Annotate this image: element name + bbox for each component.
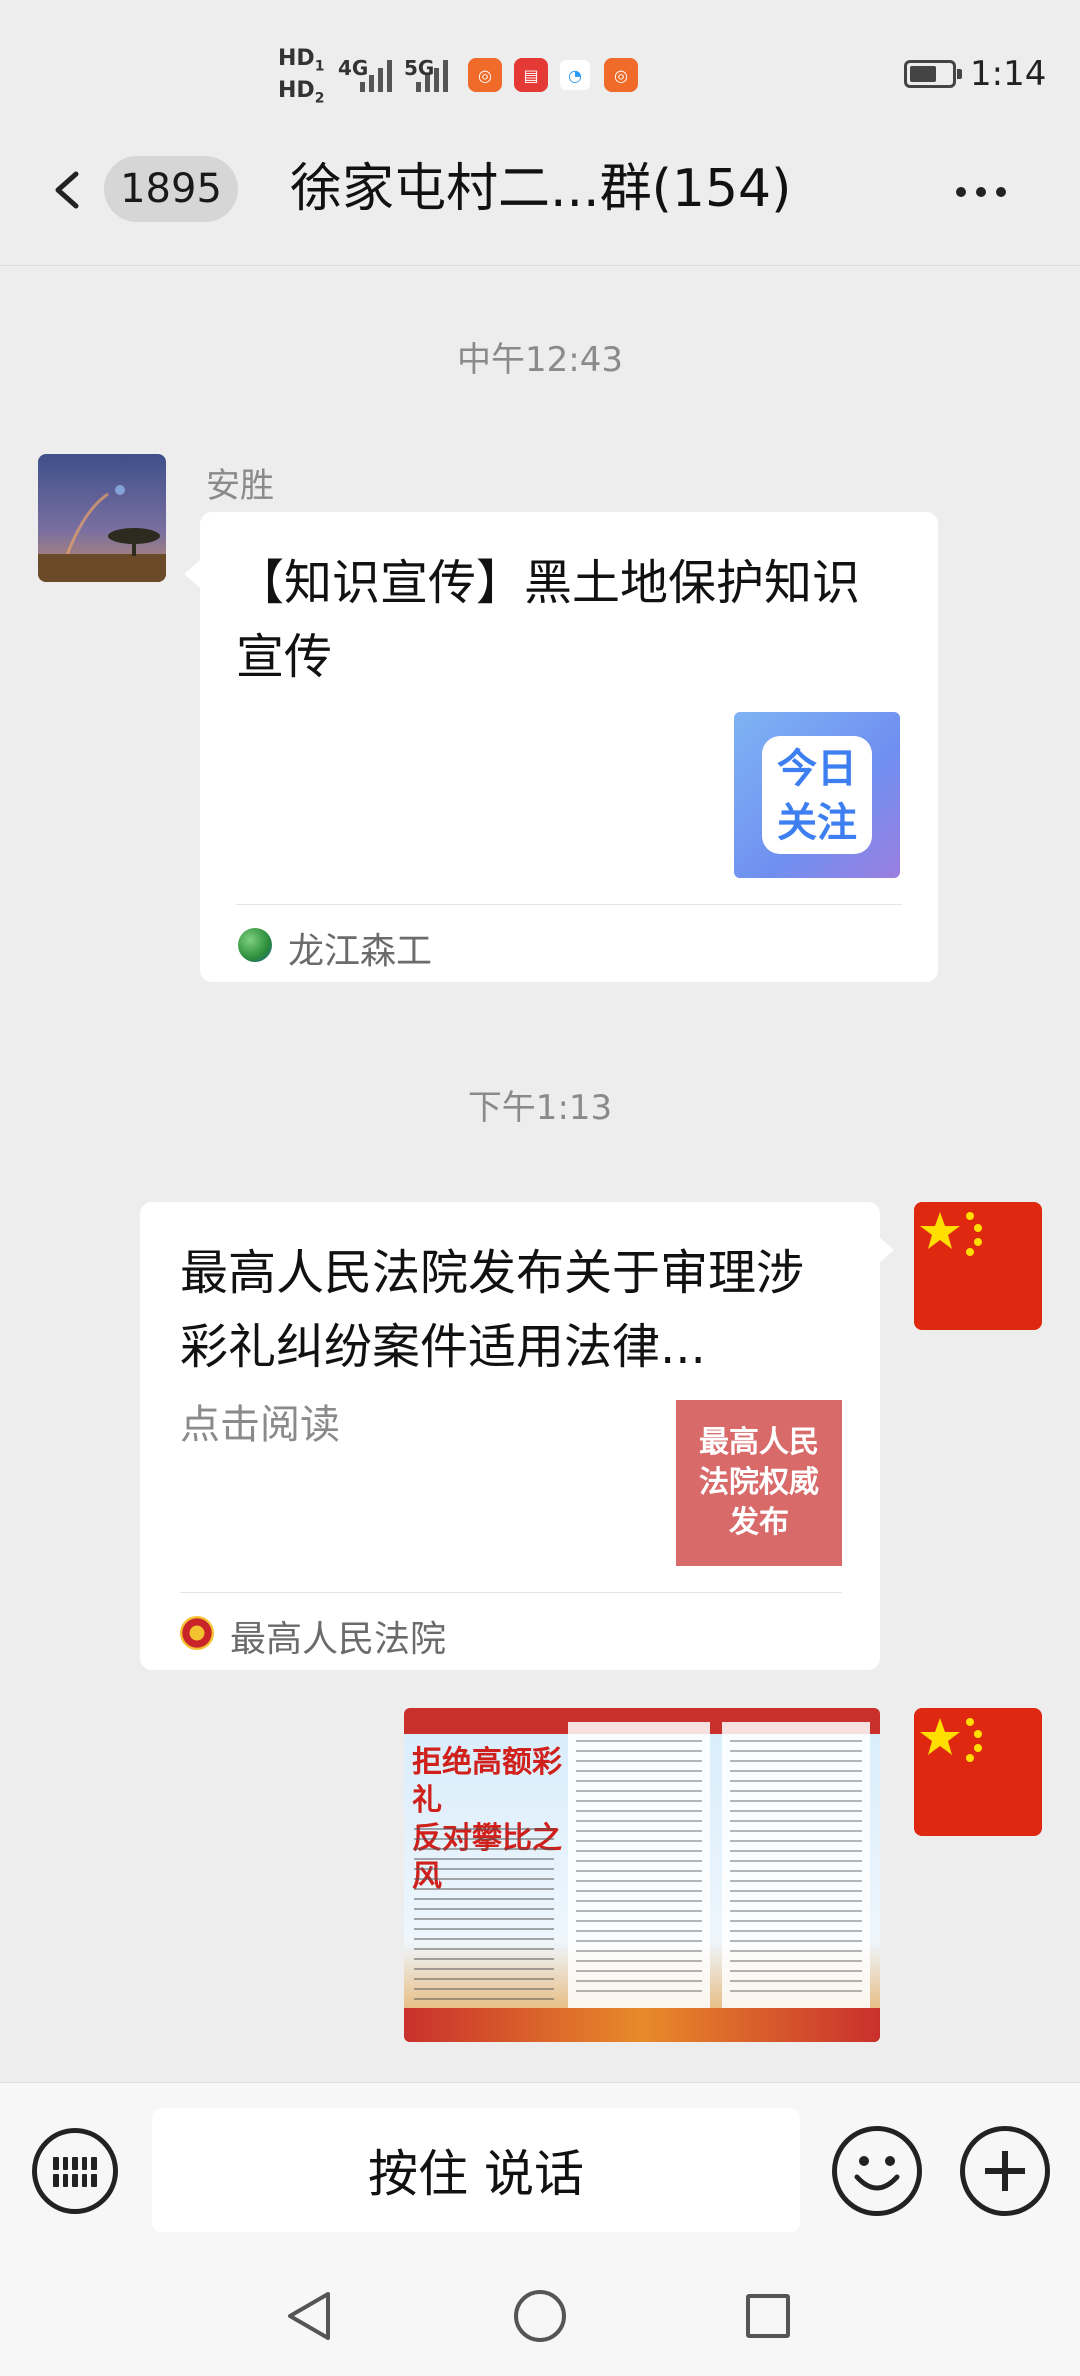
chat-icon: ◔ xyxy=(558,58,592,92)
clock: 1:14 xyxy=(970,54,1047,94)
link-card-message[interactable]: 最高人民法院发布关于审理涉彩礼纠纷案件适用法律... 点击阅读 最高人民法院权威… xyxy=(140,1202,880,1670)
poster-footer xyxy=(404,2008,880,2042)
signal-bars-1-icon xyxy=(360,58,392,92)
keyboard-icon[interactable] xyxy=(32,2128,118,2214)
self-avatar[interactable] xyxy=(914,1202,1042,1330)
thumbnail-text: 今日关注 xyxy=(762,736,872,854)
sender-avatar[interactable] xyxy=(38,454,166,582)
card-divider xyxy=(180,1592,842,1593)
chat-title: 徐家屯村二...群(154) xyxy=(290,159,792,219)
hd2-label: HD2 xyxy=(278,78,325,107)
nav-back-icon[interactable] xyxy=(284,2290,334,2342)
bubble-tail xyxy=(878,1236,894,1264)
hold-to-talk-button[interactable]: 按住 说话 xyxy=(152,2108,800,2232)
source-logo-icon xyxy=(238,928,272,962)
kuaishou-icon: ◎ xyxy=(604,58,638,92)
card-divider xyxy=(236,904,902,905)
court-emblem-icon xyxy=(180,1616,214,1650)
more-options-icon[interactable] xyxy=(956,172,1020,212)
back-arrow-icon[interactable] xyxy=(48,170,88,210)
card-subtitle: 点击阅读 xyxy=(180,1402,340,1448)
timestamp: 中午12:43 xyxy=(457,340,623,380)
card-source: 龙江森工 xyxy=(288,931,433,972)
emoji-icon[interactable] xyxy=(832,2126,922,2216)
card-source: 最高人民法院 xyxy=(230,1619,447,1660)
timestamp: 下午1:13 xyxy=(467,1088,613,1128)
bubble-tail xyxy=(184,560,200,588)
self-avatar[interactable] xyxy=(914,1708,1042,1836)
link-card-message[interactable]: 【知识宣传】黑土地保护知识宣传 今日关注 龙江森工 xyxy=(200,512,938,982)
thumbnail-text: 最高人民法院权威发布 xyxy=(699,1425,819,1540)
card-thumbnail: 今日关注 xyxy=(734,712,900,878)
card-title: 【知识宣传】黑土地保护知识宣传 xyxy=(236,555,861,685)
unread-count-badge[interactable]: 1895 xyxy=(104,156,238,222)
card-thumbnail: 最高人民法院权威发布 xyxy=(676,1400,842,1566)
kuaishou-icon: ◎ xyxy=(468,58,502,92)
signal-bars-2-icon xyxy=(416,58,448,92)
nav-recent-apps-icon[interactable] xyxy=(746,2294,790,2338)
hd1-label: HD1 xyxy=(278,46,325,75)
header-divider xyxy=(0,265,1080,266)
poster-text-column xyxy=(414,1828,554,2018)
poster-image-message[interactable]: 拒绝高额彩礼 反对攀比之风 xyxy=(404,1708,880,2042)
poster-panel xyxy=(722,1722,870,2022)
book-icon: ▤ xyxy=(514,58,548,92)
status-bar: HD1 HD2 4G 5G ◎ ▤ ◔ ◎ 1:14 xyxy=(0,0,1080,150)
plus-icon[interactable] xyxy=(960,2126,1050,2216)
sender-name: 安胜 xyxy=(206,466,274,506)
battery-icon xyxy=(904,60,962,88)
card-title: 最高人民法院发布关于审理涉彩礼纠纷案件适用法律... xyxy=(180,1245,805,1375)
poster-panel xyxy=(568,1722,710,2022)
nav-home-icon[interactable] xyxy=(514,2290,566,2342)
